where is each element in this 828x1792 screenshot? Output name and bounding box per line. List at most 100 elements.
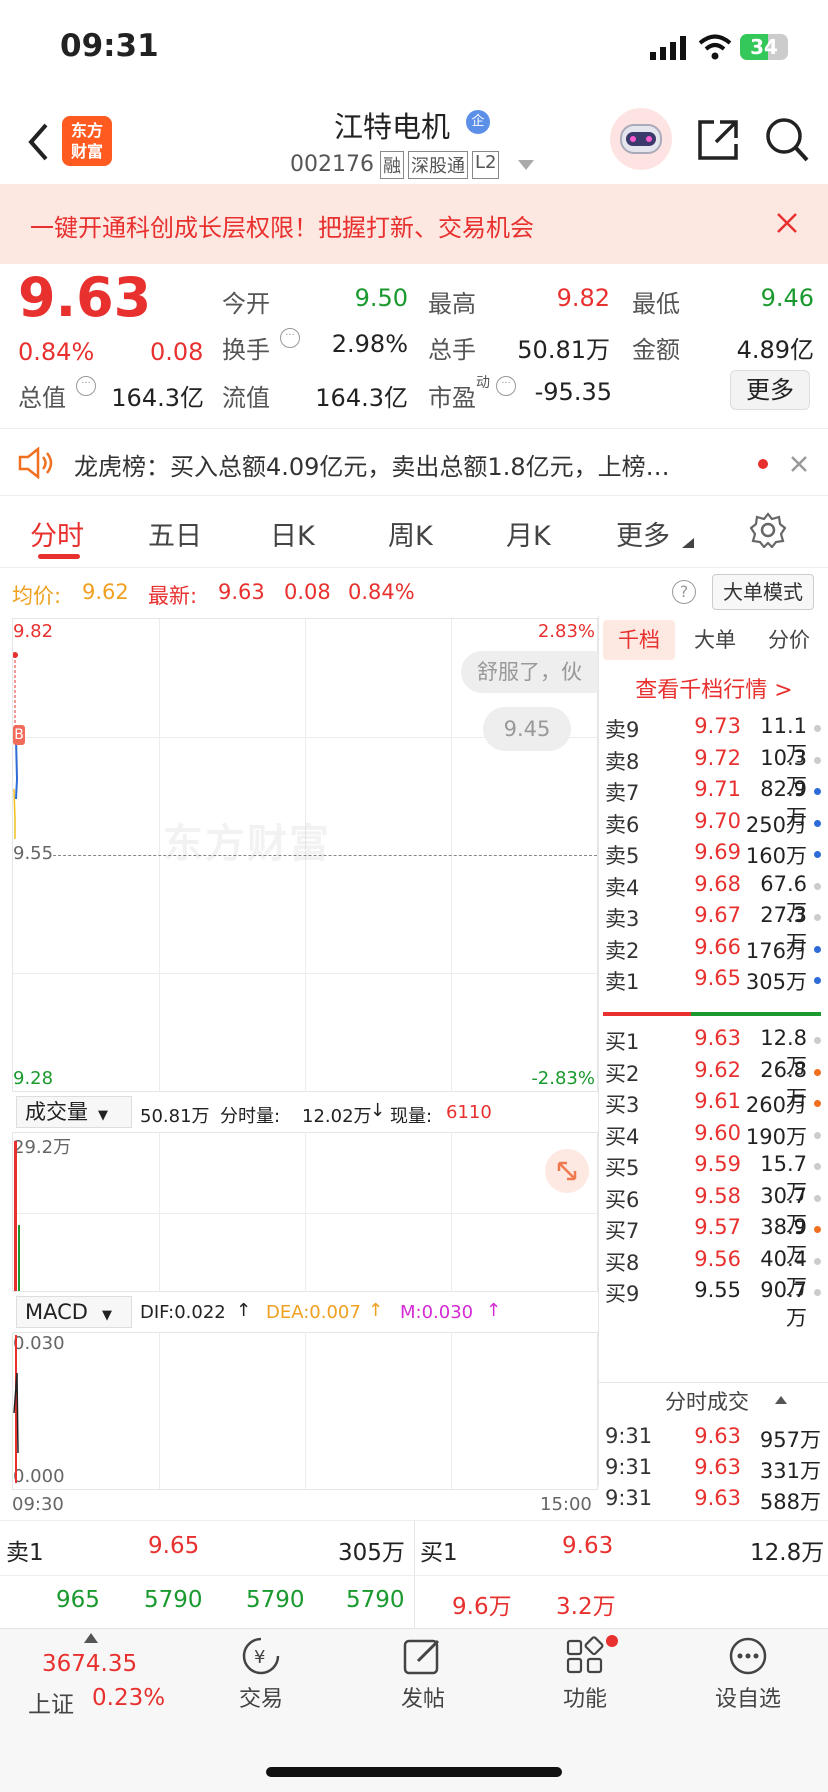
volume-chart[interactable]: 29.2万 xyxy=(12,1132,598,1292)
tab-big-order[interactable]: 大单 xyxy=(679,620,751,660)
level-label: 卖2 xyxy=(605,938,640,963)
index-pct[interactable]: 0.23% xyxy=(92,1685,165,1711)
info-icon[interactable]: ··· xyxy=(496,376,516,396)
mktcap-label: 总值 xyxy=(18,384,66,412)
app-logo[interactable]: 东方 财富 xyxy=(62,116,112,166)
tab-add-watchlist[interactable]: 设自选 xyxy=(708,1635,788,1725)
trade-time: 9:31 xyxy=(605,1424,653,1448)
tab-5day[interactable]: 五日 xyxy=(148,514,202,553)
sell1-volume: 305万 xyxy=(338,1540,405,1566)
latest-value: 9.63 xyxy=(218,580,265,604)
index-name[interactable]: 上证 xyxy=(28,1685,74,1719)
price-bubble[interactable]: 9.45 xyxy=(483,707,571,751)
level-label: 卖8 xyxy=(605,749,640,774)
tab-more[interactable]: 更多 xyxy=(616,514,670,553)
more-button[interactable]: 更多 xyxy=(730,370,810,410)
share-icon[interactable] xyxy=(696,118,740,162)
expand-icon[interactable] xyxy=(545,1149,589,1193)
sell-order-item: 965 xyxy=(56,1587,100,1613)
level-label: 买4 xyxy=(605,1124,640,1149)
buy1-price: 9.63 xyxy=(562,1533,614,1559)
battery-level: 34 xyxy=(750,35,778,59)
price-line xyxy=(13,652,19,839)
ask-list: 卖9 9.73 11.1万 卖8 9.72 10.3万 卖7 9.71 82.9万 卖6 9.70 2… xyxy=(599,710,828,1034)
minute-volume-value: 12.02万 xyxy=(302,1106,372,1127)
help-icon[interactable]: ? xyxy=(672,580,696,604)
level-dot xyxy=(814,725,821,732)
chart-tabs: 分时 五日 日K 周K 月K 更多 xyxy=(0,496,828,568)
chevron-up-icon[interactable] xyxy=(775,1396,787,1404)
axis-top-pct: 2.83% xyxy=(537,621,595,642)
trades-title[interactable]: 分时成交 xyxy=(665,1386,749,1416)
macd-indicator-select[interactable]: MACD ▼ xyxy=(16,1296,132,1328)
level-label: 卖4 xyxy=(605,875,640,900)
depth-link[interactable]: 查看千档行情 > xyxy=(599,672,828,704)
sell-order-item: 5790 xyxy=(246,1587,305,1613)
tab-level-thousand[interactable]: 千档 xyxy=(603,620,675,660)
trade-volume: 588万 xyxy=(759,1490,821,1514)
level-label: 买1 xyxy=(605,1030,640,1054)
close-icon[interactable] xyxy=(776,212,798,234)
close-icon[interactable] xyxy=(790,455,808,473)
corner-arrow-icon xyxy=(682,538,694,548)
volume-max-label: 29.2万 xyxy=(13,1137,72,1158)
level-label: 买3 xyxy=(605,1093,640,1117)
watermark: 东方财富 xyxy=(163,821,331,867)
tab-price-distribution[interactable]: 分价 xyxy=(753,620,825,660)
level-dot xyxy=(814,1131,821,1139)
settings-gear-icon[interactable] xyxy=(750,512,786,548)
ask-row[interactable]: 卖1 9.65 305万 xyxy=(599,962,828,998)
intraday-chart[interactable]: 东方财富 9.82 2.83% 9.55 9.28 -2.83% B 舒服了，伙… xyxy=(12,618,599,1092)
buy-marker[interactable]: B xyxy=(13,725,25,745)
level-label: 卖6 xyxy=(605,812,640,837)
info-icon[interactable]: ··· xyxy=(76,376,96,396)
buy-order-item: 3.2万 xyxy=(556,1594,616,1620)
grid-apps-icon xyxy=(566,1636,604,1674)
volume-label: 总手 xyxy=(428,336,476,364)
comment-bubble[interactable]: 舒服了，伙 xyxy=(461,651,599,693)
macd-dif: DIF:0.022 xyxy=(140,1302,226,1323)
tab-intraday[interactable]: 分时 xyxy=(30,514,84,553)
bid-row[interactable]: 买9 9.55 90.7万 xyxy=(599,1274,828,1330)
level-price: 9.73 xyxy=(694,714,741,738)
banner-text: 一键开通科创成长层权限！把握打新、交易机会 xyxy=(30,214,534,242)
big-order-mode-button[interactable]: 大单模式 xyxy=(712,574,814,610)
turnover-label: 换手 xyxy=(222,336,270,364)
level-label: 卖3 xyxy=(605,907,640,931)
level-label: 买7 xyxy=(605,1219,640,1243)
dragon-tiger-notice[interactable]: 龙虎榜：买入总额4.09亿元，卖出总额1.8亿元，上榜… xyxy=(0,428,828,496)
search-icon[interactable] xyxy=(764,116,810,164)
volume-indicator-select[interactable]: 成交量 ▼ xyxy=(16,1096,132,1128)
sell-order-item: 5790 xyxy=(144,1587,203,1613)
float-value: 164.3亿 xyxy=(315,384,408,412)
home-indicator xyxy=(266,1767,562,1777)
dragon-text: 龙虎榜：买入总额4.09亿元，卖出总额1.8亿元，上榜… xyxy=(74,453,670,481)
low-label: 最低 xyxy=(632,290,680,318)
level-dot xyxy=(814,1226,821,1233)
chevron-down-icon[interactable] xyxy=(518,160,534,170)
index-value[interactable]: 3674.35 xyxy=(42,1651,137,1677)
promo-banner[interactable]: 一键开通科创成长层权限！把握打新、交易机会 xyxy=(0,184,828,264)
price-info-line: 均价: 9.62 最新: 9.63 0.08 0.84% ? 大单模式 xyxy=(0,568,828,616)
level-dot xyxy=(814,882,821,890)
level-label: 买9 xyxy=(605,1282,640,1306)
wifi-icon xyxy=(698,34,732,60)
tab-functions[interactable]: 功能 xyxy=(550,1635,620,1725)
index-up-icon xyxy=(84,1633,98,1643)
tab-indicator xyxy=(38,554,80,559)
tab-post[interactable]: 发帖 xyxy=(388,1635,458,1725)
tab-daily-k[interactable]: 日K xyxy=(270,514,315,553)
tab-weekly-k[interactable]: 周K xyxy=(388,514,433,553)
level-price: 9.71 xyxy=(694,777,741,801)
macd-chart[interactable]: 0.030 0.000 xyxy=(12,1332,598,1490)
axis-bottom-pct: -2.83% xyxy=(531,1068,595,1089)
back-icon[interactable] xyxy=(26,122,50,162)
ratio-bar-buy xyxy=(691,1012,821,1016)
volume-header: 成交量 ▼ 50.81万 分时量: 12.02万 ↓ 现量: 6110 xyxy=(12,1092,598,1132)
assistant-robot-icon[interactable] xyxy=(610,108,672,170)
post-edit-icon xyxy=(403,1639,440,1675)
level-label: 卖7 xyxy=(605,781,640,805)
info-icon[interactable]: ··· xyxy=(280,328,300,348)
tab-monthly-k[interactable]: 月K xyxy=(506,514,551,553)
tab-trade[interactable]: ¥ 交易 xyxy=(226,1635,296,1725)
